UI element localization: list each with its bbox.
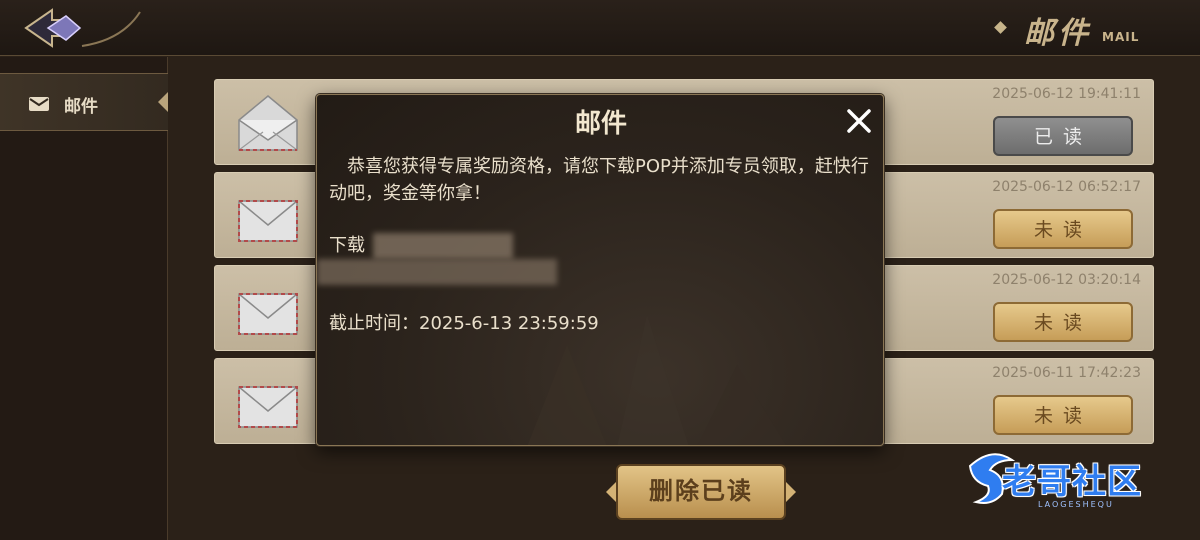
selected-indicator — [158, 92, 168, 112]
deadline-text: 截止时间：2025-6-13 23:59:59 — [329, 313, 599, 334]
mail-date: 2025-06-12 03:20:14 — [992, 272, 1141, 288]
watermark-text: 老哥社区 — [1002, 462, 1142, 502]
open-envelope-icon — [238, 95, 298, 151]
mail-date: 2025-06-12 06:52:17 — [992, 179, 1141, 195]
unread-status-button[interactable]: 未读 — [993, 395, 1133, 435]
page-title: 邮件 MAIL — [994, 6, 1174, 51]
back-button[interactable] — [22, 6, 142, 50]
page-title-cn: 邮件 — [1024, 16, 1092, 51]
watermark-subtext: LAOGESHEQU — [1038, 500, 1114, 509]
dialog-title: 邮件 — [574, 109, 627, 139]
top-bar: 邮件 MAIL — [0, 0, 1200, 56]
diamond-icon — [994, 21, 1007, 34]
dialog-body: 恭喜您获得专属奖励资格，请您下载POP并添加专员领取，赶快行动吧，奖金等你拿！ — [329, 153, 869, 207]
button-left-ornament — [606, 482, 616, 502]
mail-date: 2025-06-11 17:42:23 — [992, 365, 1141, 381]
mail-icon — [29, 97, 49, 111]
close-icon[interactable] — [843, 105, 875, 137]
download-label: 下载 — [329, 235, 365, 256]
mail-date: 2025-06-12 19:41:11 — [992, 86, 1141, 102]
mail-dialog: 邮件 恭喜您获得专属奖励资格，请您下载POP并添加专员领取，赶快行动吧，奖金等你… — [316, 94, 884, 446]
watermark-logo: 老哥社区 LAOGESHEQU — [962, 444, 1192, 520]
redacted-link — [317, 259, 557, 285]
dialog-message: 恭喜您获得专属奖励资格，请您下载POP并添加专员领取，赶快行动吧，奖金等你拿！ — [329, 156, 869, 204]
sidebar: 邮件 — [0, 57, 168, 540]
envelope-icon — [238, 386, 298, 428]
read-status-button[interactable]: 已读 — [993, 116, 1133, 156]
sidebar-item-label: 邮件 — [64, 97, 98, 117]
delete-read-button[interactable]: 删除已读 — [606, 464, 796, 520]
page-title-en: MAIL — [1102, 30, 1140, 44]
unread-status-button[interactable]: 未读 — [993, 209, 1133, 249]
back-arrow-icon — [24, 8, 141, 48]
delete-read-label: 删除已读 — [649, 477, 753, 505]
sidebar-item-mail[interactable]: 邮件 — [0, 73, 168, 131]
envelope-icon — [238, 200, 298, 242]
unread-status-button[interactable]: 未读 — [993, 302, 1133, 342]
button-right-ornament — [786, 482, 796, 502]
redacted-link — [373, 233, 513, 259]
envelope-icon — [238, 293, 298, 335]
